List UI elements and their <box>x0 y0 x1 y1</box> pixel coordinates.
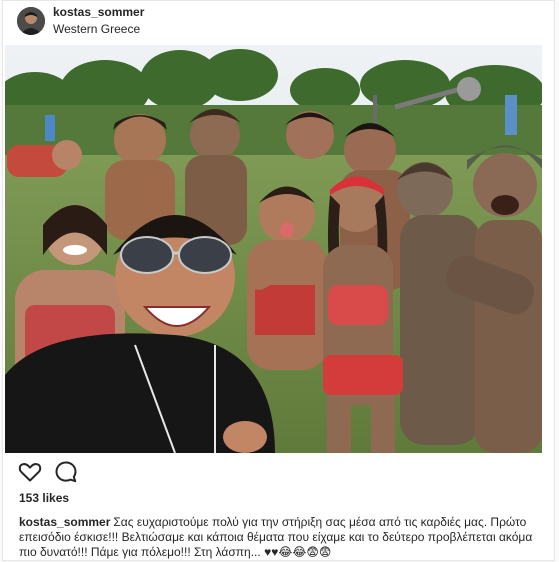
post-caption: kostas_sommer Σας ευχαριστούμε πολύ για τ… <box>19 515 544 560</box>
like-count[interactable]: 153 likes <box>19 491 69 505</box>
caption-username[interactable]: kostas_sommer <box>19 515 110 529</box>
user-avatar[interactable] <box>17 7 45 35</box>
post-username[interactable]: kostas_sommer <box>53 5 144 19</box>
post-actions <box>17 459 117 485</box>
instagram-post: kostas_sommer Western Greece 153 likes k… <box>2 0 555 561</box>
post-photo[interactable] <box>5 45 542 453</box>
post-location[interactable]: Western Greece <box>53 22 140 36</box>
comment-icon[interactable] <box>53 459 79 485</box>
group-selfie-photo <box>5 45 542 453</box>
avatar-image <box>17 7 45 35</box>
heart-icon[interactable] <box>17 459 43 485</box>
post-header: kostas_sommer Western Greece <box>3 1 554 45</box>
